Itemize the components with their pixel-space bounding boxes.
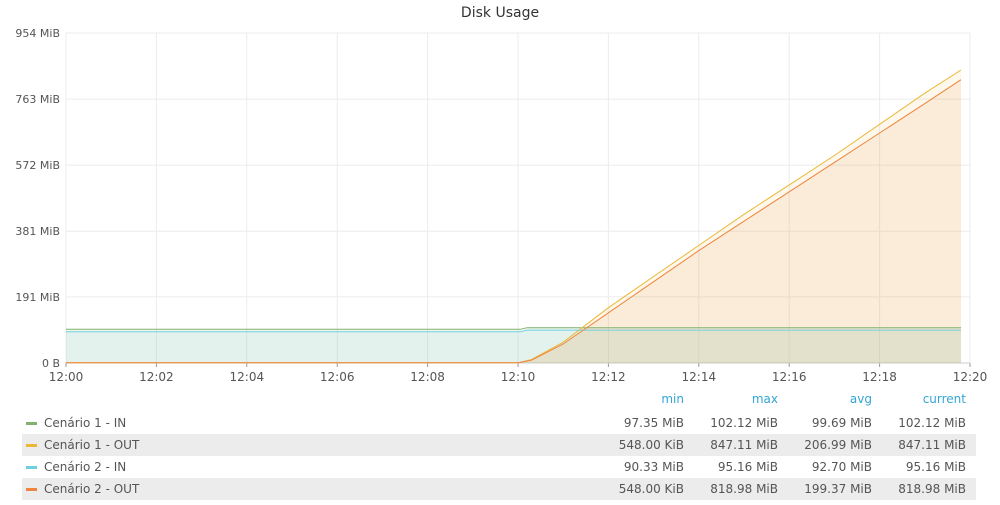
legend-value-avg: 199.37 MiB	[804, 482, 872, 496]
disk-usage-chart[interactable]: 954 MiB 763 MiB 572 MiB 381 MiB 191 MiB 0 B 1…	[0, 0, 1000, 385]
legend-value-avg: 92.70 MiB	[811, 460, 872, 474]
legend-value-avg: 206.99 MiB	[804, 438, 872, 452]
y-tick-label: 381 MiB	[15, 225, 60, 238]
legend-row[interactable]: Cenário 2 - IN 90.33 MiB 95.16 MiB 92.70 Mi…	[22, 456, 976, 478]
legend-value-max: 818.98 MiB	[710, 482, 778, 496]
legend-series-name[interactable]: Cenário 1 - OUT	[44, 434, 139, 456]
legend-row[interactable]: Cenário 1 - OUT 548.00 KiB 847.11 MiB 206.9…	[22, 434, 976, 456]
legend-header-max[interactable]: max	[684, 392, 778, 406]
legend-header-min[interactable]: min	[590, 392, 684, 406]
y-tick-label: 763 MiB	[15, 93, 60, 106]
legend-row[interactable]: Cenário 1 - IN 97.35 MiB 102.12 MiB 99.69 M…	[22, 412, 976, 434]
legend-value-max: 95.16 MiB	[717, 460, 778, 474]
legend-color-swatch[interactable]	[26, 422, 37, 425]
legend-value-min: 548.00 KiB	[618, 482, 684, 496]
x-tick-label: 12:14	[682, 370, 717, 384]
y-tick-label: 0 B	[42, 357, 60, 370]
legend-value-current: 102.12 MiB	[898, 416, 966, 430]
y-tick-label: 954 MiB	[15, 27, 60, 40]
legend-series-name[interactable]: Cenário 2 - OUT	[44, 478, 139, 500]
legend-value-current: 95.16 MiB	[905, 460, 966, 474]
legend-header-current[interactable]: current	[872, 392, 966, 406]
y-tick-label: 191 MiB	[15, 291, 60, 304]
legend-header: min max avg current	[22, 390, 976, 412]
legend-row[interactable]: Cenário 2 - OUT 548.00 KiB 818.98 MiB 199.3…	[22, 478, 976, 500]
legend-value-max: 102.12 MiB	[710, 416, 778, 430]
x-tick-label: 12:08	[410, 370, 445, 384]
series-area-cen-rio-2-out	[66, 79, 961, 363]
x-tick-label: 12:16	[772, 370, 807, 384]
x-tick-label: 12:00	[49, 370, 84, 384]
x-tick-label: 12:02	[139, 370, 174, 384]
legend-value-max: 847.11 MiB	[710, 438, 778, 452]
legend-value-min: 97.35 MiB	[623, 416, 684, 430]
legend-color-swatch[interactable]	[26, 466, 37, 469]
legend-value-min: 90.33 MiB	[623, 460, 684, 474]
legend-value-current: 847.11 MiB	[898, 438, 966, 452]
legend-value-avg: 99.69 MiB	[811, 416, 872, 430]
legend-value-current: 818.98 MiB	[898, 482, 966, 496]
x-tick-label: 12:20	[953, 370, 988, 384]
legend-series-name[interactable]: Cenário 1 - IN	[44, 412, 126, 434]
y-tick-label: 572 MiB	[15, 159, 60, 172]
legend-color-swatch[interactable]	[26, 488, 37, 491]
legend-color-swatch[interactable]	[26, 444, 37, 447]
legend-table: min max avg current Cenário 1 - IN 97.35 …	[22, 390, 976, 500]
x-tick-label: 12:04	[230, 370, 265, 384]
x-tick-label: 12:06	[320, 370, 355, 384]
legend-series-name[interactable]: Cenário 2 - IN	[44, 456, 126, 478]
x-tick-label: 12:12	[591, 370, 626, 384]
x-tick-label: 12:10	[501, 370, 536, 384]
x-tick-label: 12:18	[862, 370, 897, 384]
legend-value-min: 548.00 KiB	[618, 438, 684, 452]
legend-header-avg[interactable]: avg	[778, 392, 872, 406]
